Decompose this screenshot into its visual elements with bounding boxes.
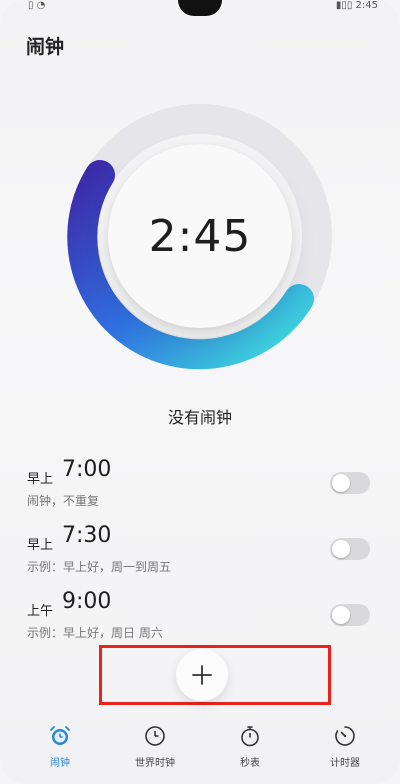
clock-icon <box>145 726 165 746</box>
alarm-toggle[interactable] <box>330 604 370 626</box>
tab-world-clock-label: 世界时钟 <box>135 758 175 769</box>
status-icons-left: ▯ ◔ <box>28 0 46 11</box>
alarm-period: 上午 <box>27 604 54 619</box>
alarm-description: 示例：早上好，周日 周六 <box>27 626 163 640</box>
clock-time: 2:45 <box>148 210 252 262</box>
alarm-description: 示例：早上好，周一到周五 <box>27 560 172 574</box>
tab-stopwatch-label: 秒表 <box>240 758 260 769</box>
status-icons-right: ▮▯▯ 2:45 <box>335 0 378 11</box>
alarm-clock-icon <box>50 726 70 745</box>
camera-notch <box>178 0 222 16</box>
timer-icon <box>335 726 355 746</box>
alarm-item[interactable]: 早上 7:00 闹钟，不重复 <box>0 454 400 516</box>
alarm-toggle[interactable] <box>330 538 370 560</box>
tab-alarm-label: 闹钟 <box>50 758 70 769</box>
alarm-toggle[interactable] <box>330 472 370 494</box>
toggle-knob <box>332 540 350 558</box>
alarm-time: 9:00 <box>62 589 112 614</box>
stopwatch-icon <box>241 726 259 747</box>
alarm-time: 7:00 <box>62 457 112 482</box>
alarm-item[interactable]: 早上 7:30 示例：早上好，周一到周五 <box>0 520 400 582</box>
tab-alarm[interactable]: 闹钟 <box>10 722 110 784</box>
page-title: 闹钟 <box>26 36 65 58</box>
empty-state-label: 没有闹钟 <box>167 408 232 427</box>
add-alarm-button[interactable] <box>176 649 228 701</box>
tab-world-clock[interactable]: 世界时钟 <box>105 722 205 784</box>
alarm-app-screen: ▯ ◔ ▮▯▯ 2:45 闹钟 2:45 没有闹钟 早上 7:00 闹钟，不重复 <box>0 0 400 784</box>
status-bar: ▯ ◔ ▮▯▯ 2:45 <box>0 0 400 18</box>
alarm-time: 7:30 <box>62 523 112 548</box>
alarm-description: 闹钟，不重复 <box>27 494 100 508</box>
alarm-item[interactable]: 上午 9:00 示例：早上好，周日 周六 <box>0 586 400 648</box>
tab-stopwatch[interactable]: 秒表 <box>200 722 300 784</box>
tab-timer[interactable]: 计时器 <box>295 722 395 784</box>
alarm-period: 早上 <box>27 538 54 553</box>
plus-icon <box>192 665 212 685</box>
toggle-knob <box>332 474 350 492</box>
tab-timer-label: 计时器 <box>330 758 360 769</box>
clock-dial: 2:45 <box>60 96 340 376</box>
alarm-period: 早上 <box>27 472 54 487</box>
toggle-knob <box>332 606 350 624</box>
bottom-nav: 闹钟 世界时钟 秒表 计时器 <box>0 722 400 784</box>
